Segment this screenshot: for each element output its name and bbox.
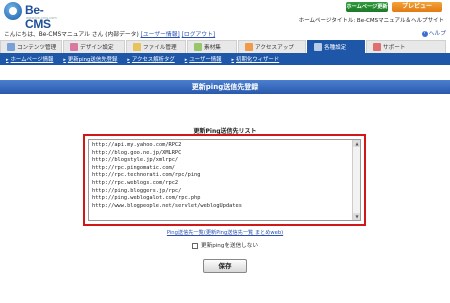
folder-icon	[133, 43, 141, 51]
greeting: こんにちは、Be-CMSマニュアル さん (内部データ) [ユーザー情報] [ロ…	[4, 29, 215, 38]
tab-label: コンテンツ管理	[17, 45, 57, 51]
tab-materials[interactable]: 素材集	[187, 40, 237, 53]
design-icon	[70, 43, 78, 51]
tab-support[interactable]: サポート	[366, 40, 446, 53]
page-title: 更新ping送信先登録	[0, 80, 450, 94]
homepage-update-button[interactable]: ホームページ更新	[346, 2, 388, 12]
tab-files[interactable]: ファイル管理	[126, 40, 186, 53]
no-ping-checkbox[interactable]	[192, 242, 199, 249]
sub-navigation: ホームページ情報 更新ping送信先登録 アクセス解析タグ ユーザー情報 初期化…	[0, 53, 450, 65]
tab-label: 各種設定	[324, 45, 347, 51]
tab-design[interactable]: デザイン設定	[63, 40, 125, 53]
be-cms-logo[interactable]: Be-CMS www.be-cms.com	[4, 2, 68, 31]
no-ping-checkbox-label: 更新pingを送信しない	[201, 243, 258, 249]
preview-button[interactable]: プレビュー	[392, 2, 442, 12]
help-link[interactable]: ? ヘルプ	[421, 28, 446, 37]
tab-label: サポート	[383, 45, 406, 51]
greeting-text: こんにちは、Be-CMSマニュアル さん (内部データ)	[4, 32, 139, 38]
user-info-link[interactable]: [ユーザー情報]	[141, 32, 180, 38]
tab-label: 素材集	[204, 45, 221, 51]
subnav-user-info[interactable]: ユーザー情報	[185, 55, 221, 63]
settings-icon	[314, 43, 322, 51]
tab-access-up[interactable]: アクセスアップ	[238, 40, 306, 53]
materials-icon	[194, 43, 202, 51]
ping-list-highlight: http://api.my.yahoo.com/RPC2 http://blog…	[83, 134, 366, 226]
textarea-scrollbar[interactable]: ▲ ▼	[352, 140, 360, 220]
logout-link[interactable]: [ログアウト]	[182, 32, 216, 38]
ping-list-reference-link[interactable]: Ping送信先一覧(更新Ping送信先一覧 まとめweb)	[0, 229, 450, 236]
subnav-access-tag[interactable]: アクセス解析タグ	[127, 55, 175, 63]
subnav-ping-registration[interactable]: 更新ping送信先登録	[63, 55, 118, 63]
site-title: ホームページタイトル: Be-CMSマニュアル＆ヘルプサイト	[298, 18, 444, 24]
scroll-up-icon[interactable]: ▲	[353, 140, 360, 147]
content-icon	[7, 43, 15, 51]
main-tabs: コンテンツ管理 デザイン設定 ファイル管理 素材集 アクセスアップ 各種設定 サ…	[0, 40, 450, 53]
scroll-down-icon[interactable]: ▼	[353, 213, 360, 220]
help-label: ヘルプ	[428, 31, 446, 37]
subnav-init-wizard[interactable]: 初期化ウィザード	[232, 55, 279, 63]
logo-tagline: www.be-cms.com	[26, 16, 57, 20]
access-up-icon	[245, 43, 253, 51]
logo-icon	[4, 2, 22, 20]
support-icon	[373, 43, 381, 51]
no-ping-option: 更新pingを送信しない	[0, 241, 450, 249]
tab-label: アクセスアップ	[255, 45, 294, 51]
tab-content[interactable]: コンテンツ管理	[0, 40, 62, 53]
tab-label: ファイル管理	[143, 45, 177, 51]
ping-list-content: http://api.my.yahoo.com/RPC2 http://blog…	[92, 142, 242, 209]
subnav-homepage-info[interactable]: ホームページ情報	[6, 55, 54, 63]
save-button[interactable]: 保存	[203, 259, 247, 273]
tab-settings[interactable]: 各種設定	[307, 40, 365, 53]
tab-label: デザイン設定	[80, 45, 114, 51]
ping-list-textarea[interactable]: http://api.my.yahoo.com/RPC2 http://blog…	[88, 139, 361, 221]
header: Be-CMS www.be-cms.com ホームページ更新 プレビュー ホーム…	[0, 0, 450, 38]
help-icon: ?	[421, 30, 428, 37]
